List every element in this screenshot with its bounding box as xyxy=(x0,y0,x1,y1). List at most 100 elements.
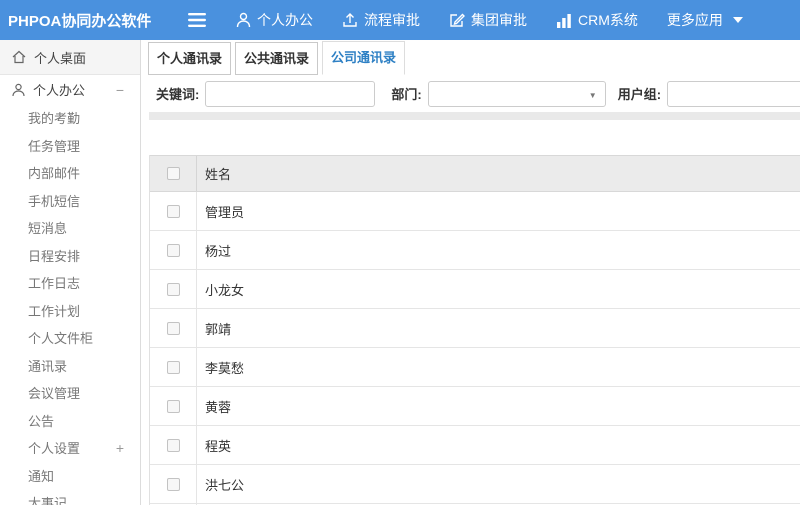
contact-name: 黄蓉 xyxy=(205,399,232,415)
tab-personal-contacts[interactable]: 个人通讯录 xyxy=(148,42,232,75)
flow-upload-icon xyxy=(342,12,358,28)
select-all-checkbox[interactable] xyxy=(166,167,180,180)
contact-name: 李莫愁 xyxy=(205,360,245,376)
row-checkbox[interactable] xyxy=(166,204,180,218)
sidebar-item-label: 通知 xyxy=(28,468,55,484)
sidebar-item-label: 个人文件柜 xyxy=(28,331,94,347)
row-check-cell xyxy=(150,231,197,269)
sidebar-item-memorabilia[interactable]: 大事记 xyxy=(0,489,140,505)
table-row[interactable]: 郭靖 xyxy=(150,309,800,348)
keyword-input[interactable] xyxy=(205,80,376,107)
table-row[interactable]: 黄蓉 xyxy=(150,387,800,426)
row-checkbox[interactable] xyxy=(166,399,180,413)
sidebar-item-internal-mail[interactable]: 内部邮件 xyxy=(0,159,140,187)
sidebar-item-schedule[interactable]: 日程安排 xyxy=(0,242,140,270)
sidebar-item-short-message[interactable]: 短消息 xyxy=(0,214,140,242)
contacts-table: 姓名 管理员 杨过 小龙女 郭靖 李莫愁 黄蓉 程英 洪七公 xyxy=(149,155,800,505)
sidebar-item-label: 工作日志 xyxy=(28,276,81,292)
row-check-cell xyxy=(150,270,197,308)
filter-bar: 关键词: 部门: ▼ 用户组: xyxy=(141,75,800,112)
row-check-cell xyxy=(150,387,197,425)
contact-name: 郭靖 xyxy=(205,321,232,337)
table-row[interactable]: 管理员 xyxy=(150,192,800,231)
hamburger-menu-icon[interactable] xyxy=(188,13,206,27)
tab-public-contacts[interactable]: 公共通讯录 xyxy=(235,42,319,75)
table-row[interactable]: 程英 xyxy=(150,426,800,465)
tab-company-contacts[interactable]: 公司通讯录 xyxy=(322,41,406,75)
nav-label: 个人办公 xyxy=(257,12,313,28)
sidebar-item-task-management[interactable]: 任务管理 xyxy=(0,132,140,160)
contact-name: 洪七公 xyxy=(205,477,245,493)
sidebar-group-personal-office[interactable]: 个人办公 − xyxy=(0,75,140,104)
contact-name: 管理员 xyxy=(205,204,245,220)
contact-name: 小龙女 xyxy=(205,282,245,298)
sidebar-item-attendance[interactable]: 我的考勤 xyxy=(0,104,140,132)
user-icon xyxy=(12,83,25,97)
sidebar-item-label: 工作计划 xyxy=(28,303,81,319)
contact-name: 杨过 xyxy=(205,243,232,259)
sidebar-item-label: 手机短信 xyxy=(28,193,81,209)
caret-down-icon xyxy=(732,17,743,23)
sidebar-item-meeting-management[interactable]: 会议管理 xyxy=(0,379,140,407)
sidebar-item-label: 公告 xyxy=(28,413,55,429)
table-row[interactable]: 杨过 xyxy=(150,231,800,270)
bar-chart-icon xyxy=(556,13,572,28)
expand-plus-icon[interactable]: + xyxy=(116,440,124,456)
nav-crm-system[interactable]: CRM系统 xyxy=(556,10,638,30)
row-checkbox[interactable] xyxy=(166,282,180,296)
nav-more-apps[interactable]: 更多应用 xyxy=(667,10,743,30)
row-check-cell xyxy=(150,192,197,230)
row-checkbox[interactable] xyxy=(166,243,180,257)
sidebar-item-notice[interactable]: 通知 xyxy=(0,462,140,490)
keyword-label: 关键词: xyxy=(156,87,200,102)
sidebar-item-label: 大事记 xyxy=(28,496,68,505)
sidebar-item-label: 个人办公 xyxy=(33,83,86,98)
sidebar-item-label: 日程安排 xyxy=(28,248,81,264)
sidebar-item-contacts[interactable]: 通讯录 xyxy=(0,352,140,380)
select-all-cell xyxy=(150,156,197,191)
row-check-cell xyxy=(150,348,197,386)
row-checkbox[interactable] xyxy=(166,438,180,452)
sidebar-item-announcement[interactable]: 公告 xyxy=(0,407,140,435)
row-check-cell xyxy=(150,465,197,503)
row-checkbox[interactable] xyxy=(166,360,180,374)
sidebar-item-work-log[interactable]: 工作日志 xyxy=(0,269,140,297)
sidebar-item-file-cabinet[interactable]: 个人文件柜 xyxy=(0,324,140,352)
sidebar: 个人桌面 个人办公 − 我的考勤 任务管理 内部邮件 手机短信 短消息 日程安排… xyxy=(0,40,141,505)
edit-icon xyxy=(449,12,465,28)
nav-label: CRM系统 xyxy=(578,12,638,28)
sidebar-item-label: 个人设置 xyxy=(28,441,81,457)
filter-divider xyxy=(149,112,800,120)
row-checkbox[interactable] xyxy=(166,477,180,491)
app-header: PHPOA协同办公软件 个人办公 流程审批 集团审批 CRM系统 更多应用 xyxy=(0,0,800,40)
nav-label: 流程审批 xyxy=(364,12,420,28)
sidebar-item-desktop[interactable]: 个人桌面 xyxy=(0,40,140,75)
row-checkbox[interactable] xyxy=(166,321,180,335)
usergroup-input[interactable] xyxy=(667,80,800,107)
sidebar-item-label: 个人桌面 xyxy=(34,50,87,66)
department-select[interactable]: ▼ xyxy=(427,80,606,107)
nav-personal-office[interactable]: 个人办公 xyxy=(236,10,313,30)
user-icon xyxy=(236,12,251,28)
sidebar-group-personal-settings[interactable]: 个人设置 + xyxy=(0,434,140,462)
row-check-cell xyxy=(150,426,197,464)
sidebar-item-label: 我的考勤 xyxy=(28,111,81,127)
contact-tabs: 个人通讯录 公共通讯录 公司通讯录 xyxy=(141,40,800,75)
sidebar-item-label: 短消息 xyxy=(28,221,68,237)
table-row[interactable]: 洪七公 xyxy=(150,465,800,504)
nav-group-approval[interactable]: 集团审批 xyxy=(449,10,527,30)
sidebar-item-sms[interactable]: 手机短信 xyxy=(0,187,140,215)
table-row[interactable]: 小龙女 xyxy=(150,270,800,309)
contact-name: 程英 xyxy=(205,438,232,454)
sidebar-item-work-plan[interactable]: 工作计划 xyxy=(0,297,140,325)
column-header-name: 姓名 xyxy=(205,167,232,182)
department-label: 部门: xyxy=(391,87,422,102)
table-row[interactable]: 李莫愁 xyxy=(150,348,800,387)
usergroup-label: 用户组: xyxy=(617,87,662,102)
sidebar-item-label: 通讯录 xyxy=(28,358,68,374)
nav-workflow-approval[interactable]: 流程审批 xyxy=(342,10,420,30)
nav-label: 集团审批 xyxy=(471,12,527,28)
home-icon xyxy=(12,50,26,64)
collapse-minus-icon[interactable]: − xyxy=(116,82,124,98)
